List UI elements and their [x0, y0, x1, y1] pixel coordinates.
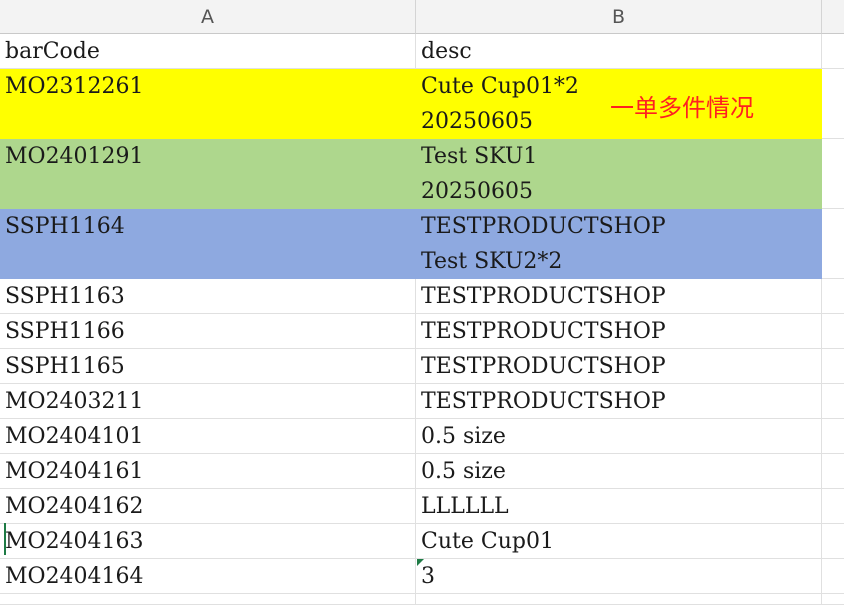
- cell-text: MO2404162: [5, 494, 144, 519]
- cell-text: SSPH1163: [5, 284, 125, 309]
- cell-text: Cute Cup01: [421, 529, 554, 554]
- cell-text: Test SKU2*2: [421, 249, 563, 274]
- column-header-a-label: A: [201, 5, 214, 28]
- cell-b[interactable]: TESTPRODUCTSHOP: [416, 279, 822, 314]
- table-row: SSPH1166 TESTPRODUCTSHOP: [0, 314, 844, 349]
- cell-a[interactable]: SSPH1166: [0, 314, 416, 349]
- cell-a[interactable]: MO2404101: [0, 419, 416, 454]
- cell-c-header[interactable]: [822, 34, 844, 69]
- cell-b[interactable]: Test SKU1 20250605: [416, 139, 822, 209]
- cell-text: SSPH1166: [5, 319, 125, 344]
- cell-b[interactable]: TESTPRODUCTSHOP: [416, 384, 822, 419]
- cell-a[interactable]: MO2404164: [0, 559, 416, 594]
- cell-a-header[interactable]: barCode: [0, 34, 416, 69]
- cell-a[interactable]: SSPH1163: [0, 279, 416, 314]
- column-header-b[interactable]: B: [416, 0, 822, 34]
- cell-c[interactable]: [822, 454, 844, 489]
- table-row: MO2404161 0.5 size: [0, 454, 844, 489]
- cell-b[interactable]: 3: [416, 559, 822, 594]
- cell-c[interactable]: [822, 314, 844, 349]
- cell-b-header[interactable]: desc: [416, 34, 822, 69]
- cell-c[interactable]: [822, 524, 844, 559]
- cell-text: MO2403211: [5, 389, 144, 414]
- annotation-note: 一单多件情况: [610, 94, 754, 122]
- cell-a[interactable]: MO2401291: [0, 139, 416, 209]
- table-row: MO2404162 LLLLLL: [0, 489, 844, 524]
- cell-text: 3: [421, 564, 435, 589]
- table-row: SSPH1163 TESTPRODUCTSHOP: [0, 279, 844, 314]
- header-row: barCode desc: [0, 34, 844, 69]
- table-row: MO2401291 Test SKU1 20250605: [0, 139, 844, 209]
- cell-text: Test SKU1: [421, 144, 538, 169]
- cell-text: TESTPRODUCTSHOP: [421, 284, 666, 309]
- cell-text: 0.5 size: [421, 459, 506, 484]
- cell-a[interactable]: MO2312261: [0, 69, 416, 139]
- cell-cursor-marker: [4, 523, 6, 555]
- cell-b[interactable]: 0.5 size: [416, 419, 822, 454]
- cell-text: TESTPRODUCTSHOP: [421, 319, 666, 344]
- table-row: [0, 594, 844, 605]
- cell-text: TESTPRODUCTSHOP: [421, 214, 666, 239]
- cell-c[interactable]: [822, 349, 844, 384]
- cell-c[interactable]: [822, 69, 844, 139]
- cell-b[interactable]: LLLLLL: [416, 489, 822, 524]
- column-header-c[interactable]: [822, 0, 844, 34]
- cell-a[interactable]: [0, 594, 416, 605]
- cell-text: TESTPRODUCTSHOP: [421, 354, 666, 379]
- cell-b[interactable]: 0.5 size: [416, 454, 822, 489]
- error-indicator-icon[interactable]: [417, 559, 424, 566]
- cell-text: MO2401291: [5, 144, 144, 169]
- cell-a[interactable]: MO2404163: [0, 524, 416, 559]
- cell-b[interactable]: Cute Cup01: [416, 524, 822, 559]
- cell-b[interactable]: TESTPRODUCTSHOP: [416, 314, 822, 349]
- cell-text: barCode: [5, 39, 100, 64]
- table-row: MO2403211 TESTPRODUCTSHOP: [0, 384, 844, 419]
- cell-a[interactable]: MO2403211: [0, 384, 416, 419]
- cell-text: 20250605: [421, 179, 533, 204]
- cell-a[interactable]: SSPH1164: [0, 209, 416, 279]
- cell-c[interactable]: [822, 384, 844, 419]
- cell-c[interactable]: [822, 559, 844, 594]
- cell-a[interactable]: MO2404162: [0, 489, 416, 524]
- table-row: SSPH1164 TESTPRODUCTSHOP Test SKU2*2: [0, 209, 844, 279]
- cell-a[interactable]: SSPH1165: [0, 349, 416, 384]
- cell-b[interactable]: TESTPRODUCTSHOP Test SKU2*2: [416, 209, 822, 279]
- cell-c[interactable]: [822, 279, 844, 314]
- cell-text: LLLLLL: [421, 494, 509, 519]
- cell-text: TESTPRODUCTSHOP: [421, 389, 666, 414]
- column-header-b-label: B: [611, 5, 626, 28]
- cell-text: MO2404164: [5, 564, 144, 589]
- cell-text: 0.5 size: [421, 424, 506, 449]
- cell-text: MO2404163: [5, 529, 144, 554]
- column-header-a[interactable]: A: [0, 0, 416, 34]
- cell-text: desc: [421, 39, 472, 64]
- cell-c[interactable]: [822, 419, 844, 454]
- cell-c[interactable]: [822, 489, 844, 524]
- cell-text: MO2404101: [5, 424, 144, 449]
- cell-text: SSPH1165: [5, 354, 125, 379]
- cell-text: SSPH1164: [5, 214, 125, 239]
- cell-c[interactable]: [822, 139, 844, 209]
- cell-text: MO2312261: [5, 74, 144, 99]
- cell-a[interactable]: MO2404161: [0, 454, 416, 489]
- table-row: SSPH1165 TESTPRODUCTSHOP: [0, 349, 844, 384]
- table-row: MO2404101 0.5 size: [0, 419, 844, 454]
- cell-c[interactable]: [822, 209, 844, 279]
- cell-b[interactable]: [416, 594, 822, 605]
- cell-b[interactable]: TESTPRODUCTSHOP: [416, 349, 822, 384]
- cell-c[interactable]: [822, 594, 844, 605]
- table-row: MO2404163 Cute Cup01: [0, 524, 844, 559]
- cell-text: MO2404161: [5, 459, 144, 484]
